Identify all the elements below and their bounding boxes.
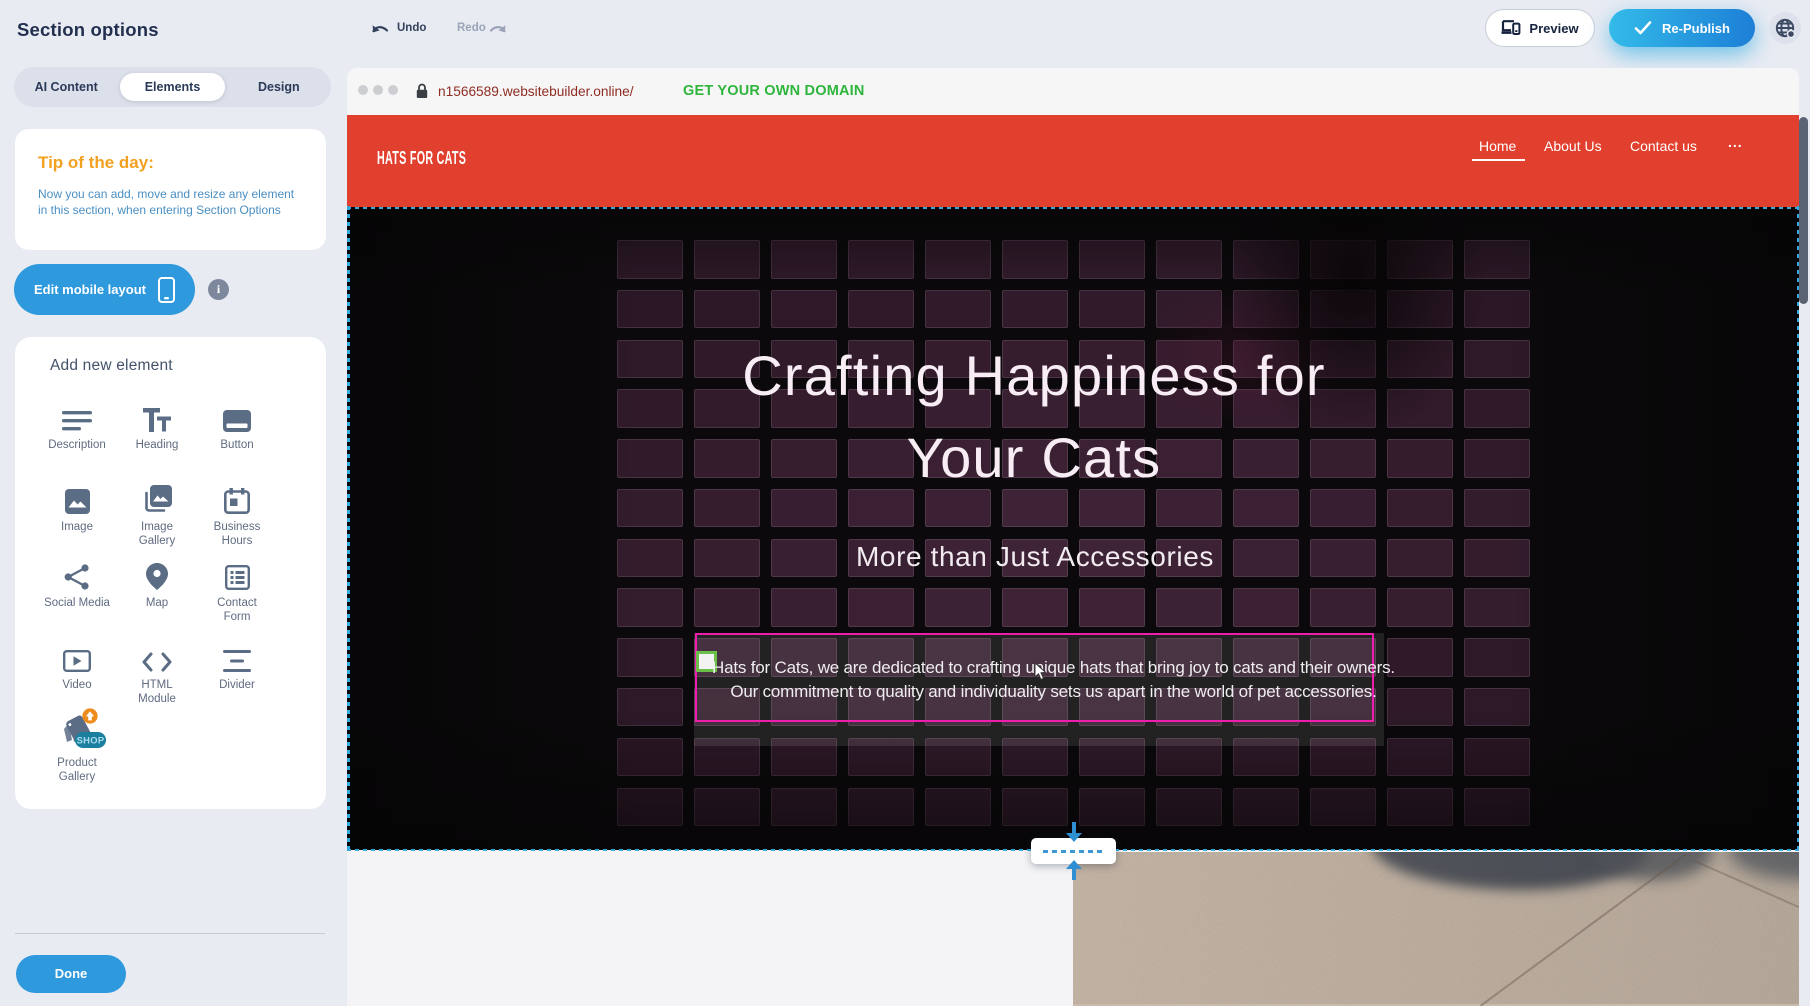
svg-text:SHOP: SHOP: [77, 735, 105, 746]
